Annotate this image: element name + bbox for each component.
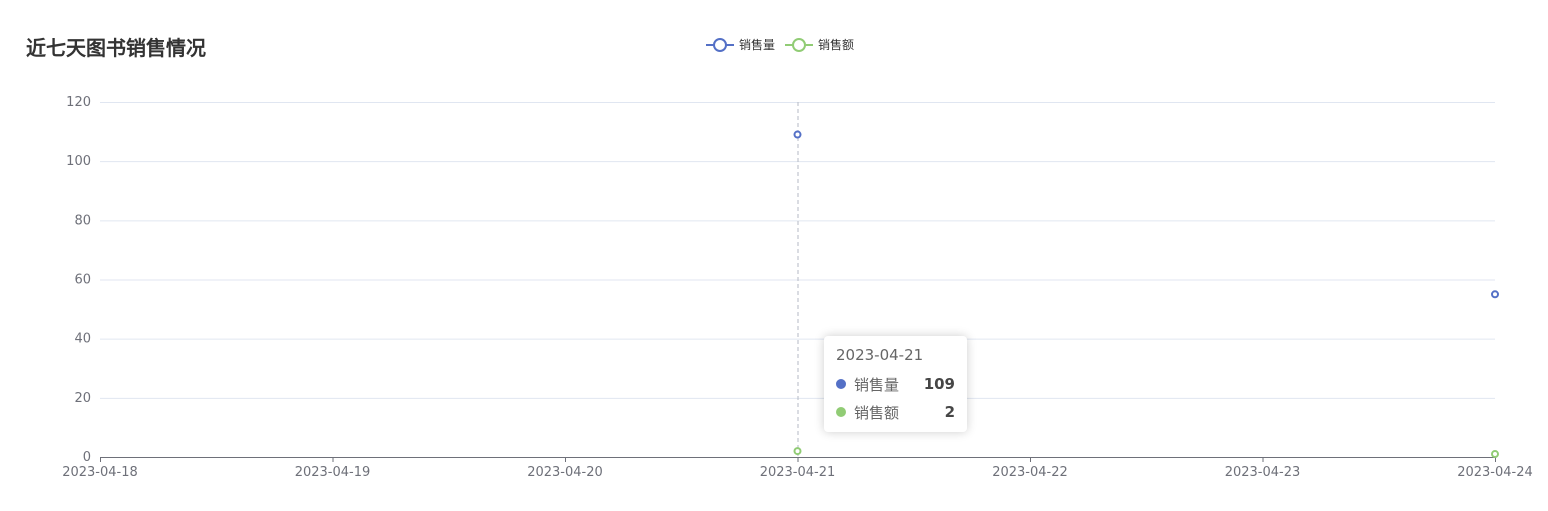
tooltip-series-value: 109 [923,375,955,393]
tooltip-row: 销售量 109 [836,370,955,398]
data-point [1491,290,1499,299]
x-tick-label: 2023-04-19 [295,465,371,480]
series-color-dot [836,407,846,417]
y-tick-label: 80 [74,213,91,228]
line-chart: 0 20 40 60 80 100 120 2023-04-18 2023-04-19 2023… [62,95,1533,480]
legend-label: 销售量 [739,38,776,52]
legend-item-sales-amount[interactable]: 销售额 [785,36,854,53]
x-tick-label: 2023-04-22 [992,465,1068,480]
chart-title: 近七天图书销售情况 [26,36,206,60]
x-tick-label: 2023-04-24 [1457,465,1533,480]
y-tick-label: 20 [74,391,91,406]
chart-tooltip: 2023-04-21 销售量 109 销售额 2 [824,336,967,432]
y-tick-label: 100 [66,154,91,169]
legend-line-circle-icon [706,37,734,52]
tooltip-row: 销售额 2 [836,398,955,426]
legend-label: 销售额 [818,38,855,52]
tooltip-title: 2023-04-21 [836,346,924,364]
y-tick-label: 120 [66,95,91,110]
legend-item-sales-volume[interactable]: 销售量 [706,36,775,53]
y-tick-label: 60 [74,273,91,288]
legend-line-circle-icon [785,37,814,52]
tooltip-series-name: 销售额 [854,403,900,422]
y-tick-label: 40 [74,332,91,347]
series-color-dot [836,379,846,389]
y-tick-label: 0 [83,450,91,465]
tooltip-series-name: 销售量 [854,375,900,394]
x-tick-label: 2023-04-18 [62,465,138,480]
data-point [1491,450,1499,459]
data-point [793,447,802,456]
tooltip-series-value: 2 [944,403,955,421]
x-tick-label: 2023-04-20 [527,465,603,480]
data-point [793,130,802,139]
x-tick-label: 2023-04-23 [1225,465,1301,480]
x-tick-label: 2023-04-21 [760,465,836,480]
chart-legend: 销售量 销售额 [706,36,864,53]
